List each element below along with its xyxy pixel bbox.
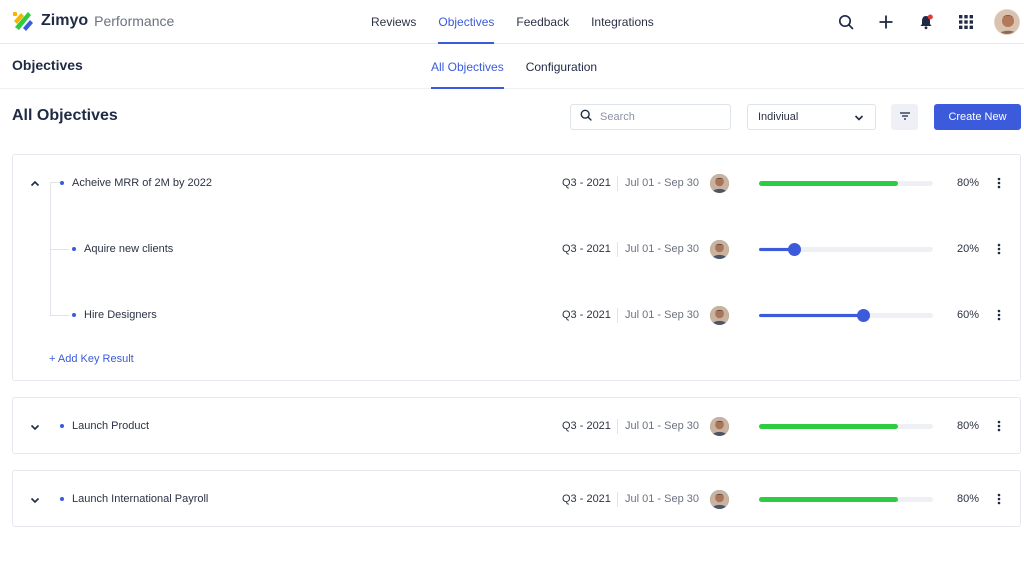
divider	[617, 492, 618, 507]
quarter-label: Q3 - 2021	[562, 493, 611, 505]
progress-percent: 80%	[956, 493, 979, 505]
progress-percent: 80%	[956, 420, 979, 432]
tab-configuration[interactable]: Configuration	[515, 44, 608, 89]
bullet-dot	[72, 247, 76, 251]
progress-bar	[759, 424, 933, 429]
more-vertical-icon[interactable]	[991, 490, 1007, 508]
nav-reviews[interactable]: Reviews	[360, 0, 427, 44]
filter-button[interactable]	[891, 104, 918, 130]
search-icon	[580, 108, 592, 126]
key-result-row[interactable]: Hire Designers Q3 - 2021 Jul 01 - Sep 30…	[13, 300, 1020, 330]
progress-fill	[759, 181, 899, 186]
more-vertical-icon[interactable]	[991, 417, 1007, 435]
sub-header: Objectives All Objectives Configuration	[0, 44, 1024, 89]
apps-grid-icon[interactable]	[946, 0, 986, 44]
main-nav: Reviews Objectives Feedback Integrations	[360, 0, 665, 44]
bullet-dot	[72, 313, 76, 317]
user-avatar[interactable]	[994, 9, 1020, 35]
progress-slider[interactable]	[759, 243, 933, 256]
progress-bar	[759, 181, 933, 186]
add-key-result-link[interactable]: + Add Key Result	[49, 353, 134, 365]
date-range: Jul 01 - Sep 30	[625, 243, 699, 255]
chevron-down-icon	[854, 113, 864, 126]
slider-handle[interactable]	[787, 243, 801, 256]
tab-all-objectives[interactable]: All Objectives	[420, 44, 515, 89]
objective-card: Launch International Payroll Q3 - 2021 J…	[12, 470, 1021, 527]
expand-chevron-down-icon[interactable]	[27, 492, 43, 508]
logo[interactable]: Zimyo Performance	[12, 9, 174, 33]
more-vertical-icon[interactable]	[991, 240, 1007, 258]
more-vertical-icon[interactable]	[991, 306, 1007, 324]
owner-avatar	[710, 490, 729, 509]
more-vertical-icon[interactable]	[991, 174, 1007, 192]
top-navigation: Zimyo Performance Reviews Objectives Fee…	[0, 0, 1024, 44]
bell-icon[interactable]	[906, 0, 946, 44]
owner-avatar	[710, 240, 729, 259]
slider-handle[interactable]	[857, 309, 871, 322]
bullet-dot	[60, 181, 64, 185]
objective-row[interactable]: Acheive MRR of 2M by 2022 Q3 - 2021 Jul …	[13, 168, 1020, 198]
progress-fill	[759, 497, 899, 502]
quarter-label: Q3 - 2021	[562, 309, 611, 321]
divider	[617, 176, 618, 191]
owner-avatar	[710, 174, 729, 193]
progress-bar	[759, 497, 933, 502]
nav-integrations[interactable]: Integrations	[580, 0, 665, 44]
create-new-button[interactable]: Create New	[934, 104, 1021, 130]
objective-row[interactable]: Launch International Payroll Q3 - 2021 J…	[13, 484, 1020, 514]
quarter-label: Q3 - 2021	[562, 177, 611, 189]
key-result-title: Aquire new clients	[84, 243, 174, 255]
date-range: Jul 01 - Sep 30	[625, 493, 699, 505]
view-type-select[interactable]: Indiviual	[747, 104, 876, 130]
product-name: Performance	[94, 13, 175, 29]
sub-tabs: All Objectives Configuration	[420, 44, 608, 89]
quarter-label: Q3 - 2021	[562, 420, 611, 432]
search-box[interactable]	[570, 104, 731, 130]
section-title: Objectives	[12, 57, 83, 73]
search-input[interactable]	[600, 111, 720, 123]
select-value: Indiviual	[758, 111, 799, 123]
slider-fill	[759, 314, 864, 317]
bullet-dot	[60, 497, 64, 501]
objective-title: Launch International Payroll	[72, 493, 209, 505]
page-title: All Objectives	[12, 107, 118, 124]
filter-icon	[899, 108, 911, 126]
objective-card: Acheive MRR of 2M by 2022 Q3 - 2021 Jul …	[12, 154, 1021, 381]
divider	[617, 308, 618, 323]
plus-icon[interactable]	[866, 0, 906, 44]
owner-avatar	[710, 417, 729, 436]
key-result-title: Hire Designers	[84, 309, 157, 321]
zimyo-logo-icon	[12, 10, 34, 32]
search-icon[interactable]	[826, 0, 866, 44]
progress-percent: 20%	[956, 243, 979, 255]
key-result-row[interactable]: Aquire new clients Q3 - 2021 Jul 01 - Se…	[13, 234, 1020, 264]
expand-chevron-down-icon[interactable]	[27, 419, 43, 435]
progress-percent: 60%	[956, 309, 979, 321]
objective-title: Acheive MRR of 2M by 2022	[72, 177, 213, 189]
nav-feedback[interactable]: Feedback	[505, 0, 580, 44]
nav-objectives[interactable]: Objectives	[427, 0, 505, 44]
divider	[617, 242, 618, 257]
owner-avatar	[710, 306, 729, 325]
divider	[617, 419, 618, 434]
date-range: Jul 01 - Sep 30	[625, 420, 699, 432]
bullet-dot	[60, 424, 64, 428]
objective-row[interactable]: Launch Product Q3 - 2021 Jul 01 - Sep 30…	[13, 411, 1020, 441]
objective-card: Launch Product Q3 - 2021 Jul 01 - Sep 30…	[12, 397, 1021, 454]
progress-fill	[759, 424, 899, 429]
date-range: Jul 01 - Sep 30	[625, 309, 699, 321]
nav-actions	[826, 0, 1024, 44]
progress-percent: 80%	[956, 177, 979, 189]
progress-slider[interactable]	[759, 309, 933, 322]
objective-title: Launch Product	[72, 420, 150, 432]
brand-name: Zimyo	[41, 12, 89, 29]
collapse-chevron-up-icon[interactable]	[27, 176, 43, 192]
date-range: Jul 01 - Sep 30	[625, 177, 699, 189]
quarter-label: Q3 - 2021	[562, 243, 611, 255]
